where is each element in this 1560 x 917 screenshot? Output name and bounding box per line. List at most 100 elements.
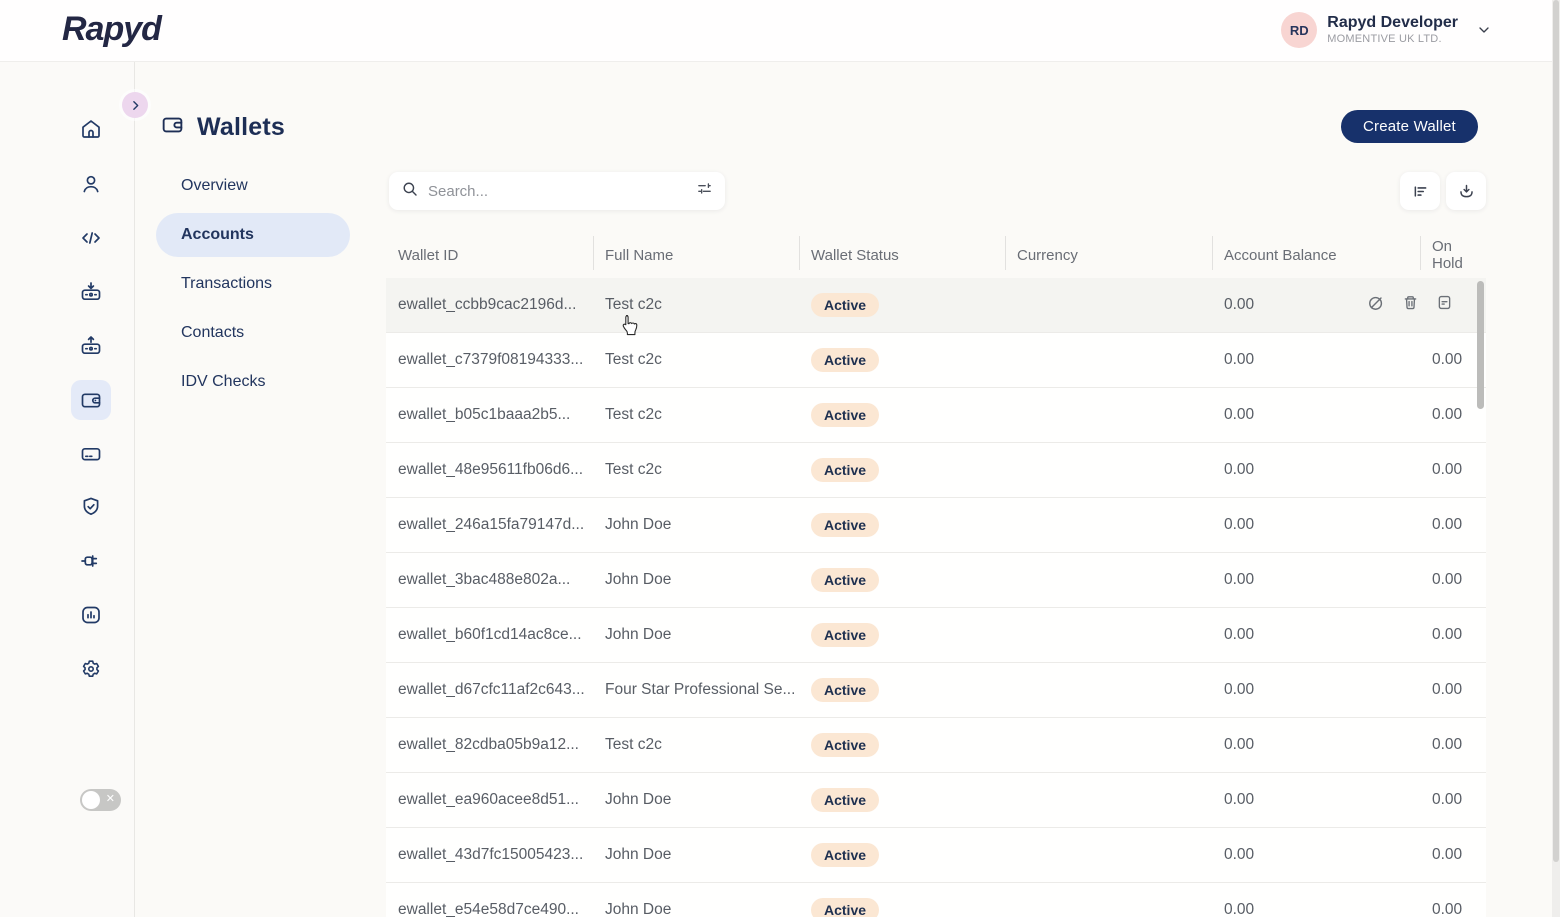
table-header: Wallet ID Full Name Wallet Status Curren… — [386, 232, 1486, 278]
status-badge: Active — [811, 788, 880, 812]
status-badge: Active — [811, 678, 880, 702]
wallet-details-icon[interactable] — [1435, 293, 1454, 317]
table-row[interactable]: ewallet_ccbb9cac2196d... Test c2c Active… — [386, 278, 1486, 333]
status-badge: Active — [811, 568, 880, 592]
download-button[interactable] — [1446, 172, 1486, 210]
cell-wallet-id: ewallet_82cdba05b9a12... — [398, 736, 579, 753]
table-row[interactable]: ewallet_48e95611fb06d6... Test c2c Activ… — [386, 443, 1486, 498]
table-row[interactable]: ewallet_246a15fa79147d... John Doe Activ… — [386, 498, 1486, 553]
cell-full-name: Four Star Professional Se... — [605, 681, 796, 698]
disable-wallet-icon[interactable] — [1366, 293, 1386, 318]
cell-account-balance: 0.00 — [1224, 571, 1255, 588]
cell-wallet-status: Active — [799, 513, 1005, 537]
cell-wallet-id: ewallet_d67cfc11af2c643... — [398, 681, 585, 698]
cell-on-hold: 0.00 — [1432, 626, 1463, 643]
cell-full-name: John Doe — [605, 516, 672, 533]
col-account-balance: Account Balance — [1212, 232, 1420, 278]
cell-wallet-status: Active — [799, 898, 1005, 917]
settings-icon[interactable] — [71, 649, 111, 689]
status-badge: Active — [811, 403, 880, 427]
table-row[interactable]: ewallet_3bac488e802a... John Doe Active … — [386, 553, 1486, 608]
rapyd-logo: Rapyd — [62, 10, 162, 48]
cell-account-balance: 0.00 — [1224, 846, 1255, 863]
cell-wallet-status: Active — [799, 293, 1005, 317]
status-badge: Active — [811, 458, 880, 482]
delete-wallet-icon[interactable] — [1401, 293, 1420, 317]
integrations-icon[interactable] — [71, 541, 111, 581]
subnav-item-transactions[interactable]: Transactions — [156, 262, 350, 306]
user-name: Rapyd Developer — [1327, 14, 1458, 32]
cell-on-hold: 0.00 — [1432, 406, 1463, 423]
table-row[interactable]: ewallet_43d7fc15005423... John Doe Activ… — [386, 828, 1486, 883]
chevron-down-icon — [1476, 22, 1492, 38]
subnav-item-accounts[interactable]: Accounts — [156, 213, 350, 257]
collect-icon[interactable] — [71, 272, 111, 312]
cell-wallet-id: ewallet_246a15fa79147d... — [398, 516, 585, 533]
cell-wallet-id: ewallet_b60f1cd14ac8ce... — [398, 626, 582, 643]
cell-on-hold: 0.00 — [1432, 461, 1463, 478]
table-row[interactable]: ewallet_82cdba05b9a12... Test c2c Active… — [386, 718, 1486, 773]
table-row[interactable]: ewallet_ea960acee8d51... John Doe Active… — [386, 773, 1486, 828]
cell-on-hold: 0.00 — [1432, 681, 1463, 698]
cell-account-balance: 0.00 — [1224, 736, 1255, 753]
subnav-item-contacts[interactable]: Contacts — [156, 311, 350, 355]
cell-account-balance: 0.00 — [1224, 516, 1255, 533]
row-actions — [1366, 278, 1454, 332]
cell-full-name: Test c2c — [605, 461, 662, 478]
cell-wallet-id: ewallet_43d7fc15005423... — [398, 846, 584, 863]
user-company: MOMENTIVE UK LTD. — [1327, 32, 1442, 45]
table-row[interactable]: ewallet_b60f1cd14ac8ce... John Doe Activ… — [386, 608, 1486, 663]
table-scrollbar-thumb[interactable] — [1477, 281, 1484, 409]
page-scrollbar[interactable] — [1552, 0, 1560, 917]
sidebar-collapse-button[interactable] — [122, 92, 148, 118]
cell-full-name: Test c2c — [605, 296, 662, 313]
col-currency: Currency — [1005, 232, 1212, 278]
cell-wallet-id: ewallet_48e95611fb06d6... — [398, 461, 584, 478]
subnav-item-overview[interactable]: Overview — [156, 164, 350, 208]
wallets-subnav: Wallets Overview Accounts Transactions C… — [135, 62, 386, 917]
cell-wallet-status: Active — [799, 568, 1005, 592]
environment-toggle[interactable]: ✕ — [80, 789, 121, 811]
cell-wallet-status: Active — [799, 733, 1005, 757]
cell-account-balance: 0.00 — [1224, 791, 1255, 808]
create-wallet-button[interactable]: Create Wallet — [1341, 110, 1478, 143]
search-input[interactable] — [428, 182, 687, 200]
subnav-item-idv-checks[interactable]: IDV Checks — [156, 360, 350, 404]
clients-icon[interactable] — [71, 164, 111, 204]
disburse-icon[interactable] — [71, 326, 111, 366]
verify-icon[interactable] — [71, 487, 111, 527]
table-row[interactable]: ewallet_e54e58d7ce490... John Doe Active… — [386, 883, 1486, 917]
developers-icon[interactable] — [71, 218, 111, 258]
cell-wallet-status: Active — [799, 403, 1005, 427]
col-wallet-id: Wallet ID — [398, 246, 459, 264]
cell-wallet-status: Active — [799, 458, 1005, 482]
cell-account-balance: 0.00 — [1224, 351, 1255, 368]
cell-full-name: Test c2c — [605, 736, 662, 753]
cell-account-balance: 0.00 — [1224, 461, 1255, 478]
cell-wallet-id: ewallet_ea960acee8d51... — [398, 791, 579, 808]
table-row[interactable]: ewallet_b05c1baaa2b5... Test c2c Active … — [386, 388, 1486, 443]
cell-wallet-id: ewallet_e54e58d7ce490... — [398, 901, 579, 917]
reports-icon[interactable] — [71, 595, 111, 635]
cell-wallet-id: ewallet_c7379f08194333... — [398, 351, 584, 368]
sort-button[interactable] — [1400, 172, 1440, 210]
table-row[interactable]: ewallet_d67cfc11af2c643... Four Star Pro… — [386, 663, 1486, 718]
home-icon[interactable] — [71, 109, 111, 149]
card-issuing-icon[interactable] — [71, 434, 111, 474]
filter-icon[interactable] — [696, 180, 713, 202]
cell-on-hold: 0.00 — [1432, 571, 1463, 588]
wallets-icon[interactable] — [71, 380, 111, 420]
status-badge: Active — [811, 843, 880, 867]
cell-on-hold: 0.00 — [1432, 736, 1463, 753]
table-row[interactable]: ewallet_c7379f08194333... Test c2c Activ… — [386, 333, 1486, 388]
cell-full-name: John Doe — [605, 791, 672, 808]
status-badge: Active — [811, 733, 880, 757]
user-menu[interactable]: RD Rapyd Developer MOMENTIVE UK LTD. — [1281, 12, 1492, 48]
toggle-x-icon: ✕ — [105, 793, 115, 805]
icon-sidebar: ✕ — [0, 62, 135, 917]
search-bar[interactable] — [389, 172, 725, 210]
status-badge: Active — [811, 513, 880, 537]
cell-on-hold: 0.00 — [1432, 846, 1463, 863]
status-badge: Active — [811, 623, 880, 647]
cell-wallet-status: Active — [799, 348, 1005, 372]
